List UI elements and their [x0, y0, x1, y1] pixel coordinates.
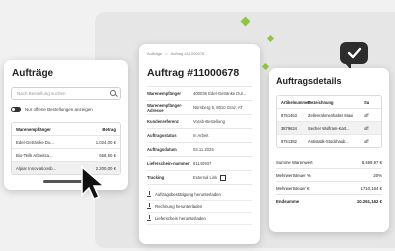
total-row: Mehrwertsteuer % 20% — [276, 169, 382, 182]
orders-title: Aufträge — [12, 68, 54, 79]
breadcrumb-orders[interactable]: Aufträge — [147, 51, 162, 56]
breadcrumb-separator: > — [165, 51, 168, 56]
field-row: Auftragsdatum 03.11.2025 — [147, 143, 252, 157]
cell-extra: off — [364, 138, 369, 144]
tracking-link-text: External Link — [193, 175, 218, 180]
cell-name: Alpiar Innovationsb... — [16, 165, 57, 171]
search-input[interactable]: Nach Bestellung suchen — [11, 87, 121, 100]
open-orders-toggle-row: Nur offene Bestellungen anzeigen — [11, 107, 121, 112]
cell-amount: 658,50 € — [99, 152, 116, 158]
total-row: Mehrwertsteuer € 1710,164 € — [276, 182, 382, 195]
field-row: Auftragsstatus In Arbeit — [147, 129, 252, 143]
field-value: Nürnberg 5, 8010 Graz, AT — [193, 105, 243, 110]
download-actions: Auftragsbestätigung herunterladen Rechnu… — [147, 189, 252, 225]
cell-desc: Secher Wolfram-Kart... — [308, 125, 350, 131]
table-header: Warenempfänger Betrag — [12, 123, 120, 135]
column-header: Artikelnummer — [281, 99, 310, 105]
field-value: 400036 Edel-Getränke Dur... — [193, 91, 247, 96]
field-row: Warenempfänger 400036 Edel-Getränke Dur..… — [147, 87, 252, 101]
download-icon — [147, 203, 151, 209]
cell-extra: off — [364, 125, 369, 131]
breadcrumb-current: Auftrag #11000678 — [170, 51, 205, 56]
total-row: Summe Warenwert 8.469,97 € — [276, 156, 382, 169]
cell-name: Bio-Teilk Arbeitsa... — [16, 152, 53, 158]
order-detail-card: Aufträge > Auftrag #11000678 Auftrag #11… — [139, 44, 260, 244]
field-row: Warenempfänger-Adresse Nürnberg 5, 8010 G… — [147, 101, 252, 115]
column-header: Su — [364, 99, 370, 105]
total-value: 20% — [373, 172, 382, 178]
column-header: Betrag — [102, 126, 116, 132]
field-row: Kundenreferenz Vorab-Bestellung — [147, 115, 252, 129]
page-title: Auftrag #11000678 — [147, 67, 240, 79]
totals: Summe Warenwert 8.469,97 € Mehrwertsteuer… — [276, 156, 382, 207]
cell-name: Edel-Getränke Du... — [16, 139, 54, 145]
external-link-icon — [220, 174, 227, 181]
action-label: Lieferschein herunterladen — [155, 216, 206, 221]
total-label: Summe Warenwert — [276, 159, 313, 165]
total-row: Endsumme 10.261,162 € — [276, 195, 382, 207]
cell-desc: Antistatik-Stockhaub... — [308, 138, 349, 144]
table-row[interactable]: Bio-Teilk Arbeitsa... 658,50 € — [12, 148, 120, 161]
cell-id: 3879634 — [281, 125, 297, 131]
table-header: Artikelnummer Bezeichnung Su — [277, 96, 381, 108]
field-value: Vorab-Bestellung — [193, 119, 225, 124]
field-label: Auftragsdatum — [147, 147, 177, 152]
column-header: Bezeichnung — [308, 99, 334, 105]
field-label: Warenempfänger-Adresse — [147, 102, 183, 113]
field-value: 03.11.2025 — [193, 147, 214, 152]
field-label: Tracking — [147, 175, 165, 180]
order-items-card: Auftragsdetails Artikelnummer Bezeichnun… — [269, 68, 389, 232]
download-invoice-button[interactable]: Rechnung herunterladen — [147, 201, 252, 213]
download-confirmation-button[interactable]: Auftragsbestätigung herunterladen — [147, 189, 252, 201]
order-fields: Warenempfänger 400036 Edel-Getränke Dur..… — [147, 86, 252, 185]
action-label: Rechnung herunterladen — [155, 204, 203, 209]
cell-amount: 1.024,00 € — [95, 139, 116, 145]
total-label: Mehrwertsteuer % — [276, 172, 311, 178]
cell-extra: off — [364, 112, 369, 118]
table-row[interactable]: 8751382 Antistatik-Stockhaub... off — [277, 134, 381, 147]
toggle-label: Nur offene Bestellungen anzeigen — [25, 107, 93, 112]
total-value: 1710,164 € — [360, 185, 382, 191]
search-placeholder: Nach Bestellung suchen — [17, 91, 66, 96]
cell-desc: Zellenrahmenhalter Maxi — [308, 112, 354, 118]
total-value: 8.469,97 € — [361, 159, 382, 165]
order-items-title: Auftragsdetails — [276, 76, 342, 86]
chat-check-badge — [340, 42, 368, 70]
tracking-link[interactable]: External Link — [193, 174, 252, 181]
field-label: Warenempfänger — [147, 91, 182, 96]
table-row[interactable]: 3879634 Secher Wolfram-Kart... off — [277, 121, 381, 134]
action-label: Auftragsbestätigung herunterladen — [155, 192, 221, 197]
field-row: Lieferschein-nummer 81140937 — [147, 157, 252, 171]
cell-id: 8751463 — [281, 112, 297, 118]
open-orders-toggle[interactable] — [11, 107, 21, 112]
breadcrumb: Aufträge > Auftrag #11000678 — [147, 51, 252, 56]
field-label: Auftragsstatus — [147, 133, 177, 138]
field-row: Tracking External Link — [147, 171, 252, 185]
table-row[interactable]: 8751463 Zellenrahmenhalter Maxi off — [277, 108, 381, 121]
table-row[interactable]: Edel-Getränke Du... 1.024,00 € — [12, 135, 120, 148]
column-header: Warenempfänger — [16, 126, 51, 132]
download-icon — [147, 215, 151, 221]
total-label: Endsumme — [276, 198, 300, 204]
field-label: Lieferschein-nummer — [147, 161, 190, 166]
field-label: Kundenreferenz — [147, 119, 179, 124]
check-icon — [347, 47, 362, 59]
field-value: 81140937 — [193, 161, 212, 166]
total-value: 10.261,162 € — [356, 198, 382, 204]
total-label: Mehrwertsteuer € — [276, 185, 310, 191]
download-icon — [147, 191, 151, 197]
items-table: Artikelnummer Bezeichnung Su 8751463 Zel… — [276, 95, 382, 148]
download-delivery-note-button[interactable]: Lieferschein herunterladen — [147, 213, 252, 225]
search-icon[interactable] — [110, 90, 116, 96]
mouse-pointer-icon — [81, 165, 107, 200]
field-value: In Arbeit — [193, 133, 209, 138]
cell-id: 8751382 — [281, 138, 297, 144]
